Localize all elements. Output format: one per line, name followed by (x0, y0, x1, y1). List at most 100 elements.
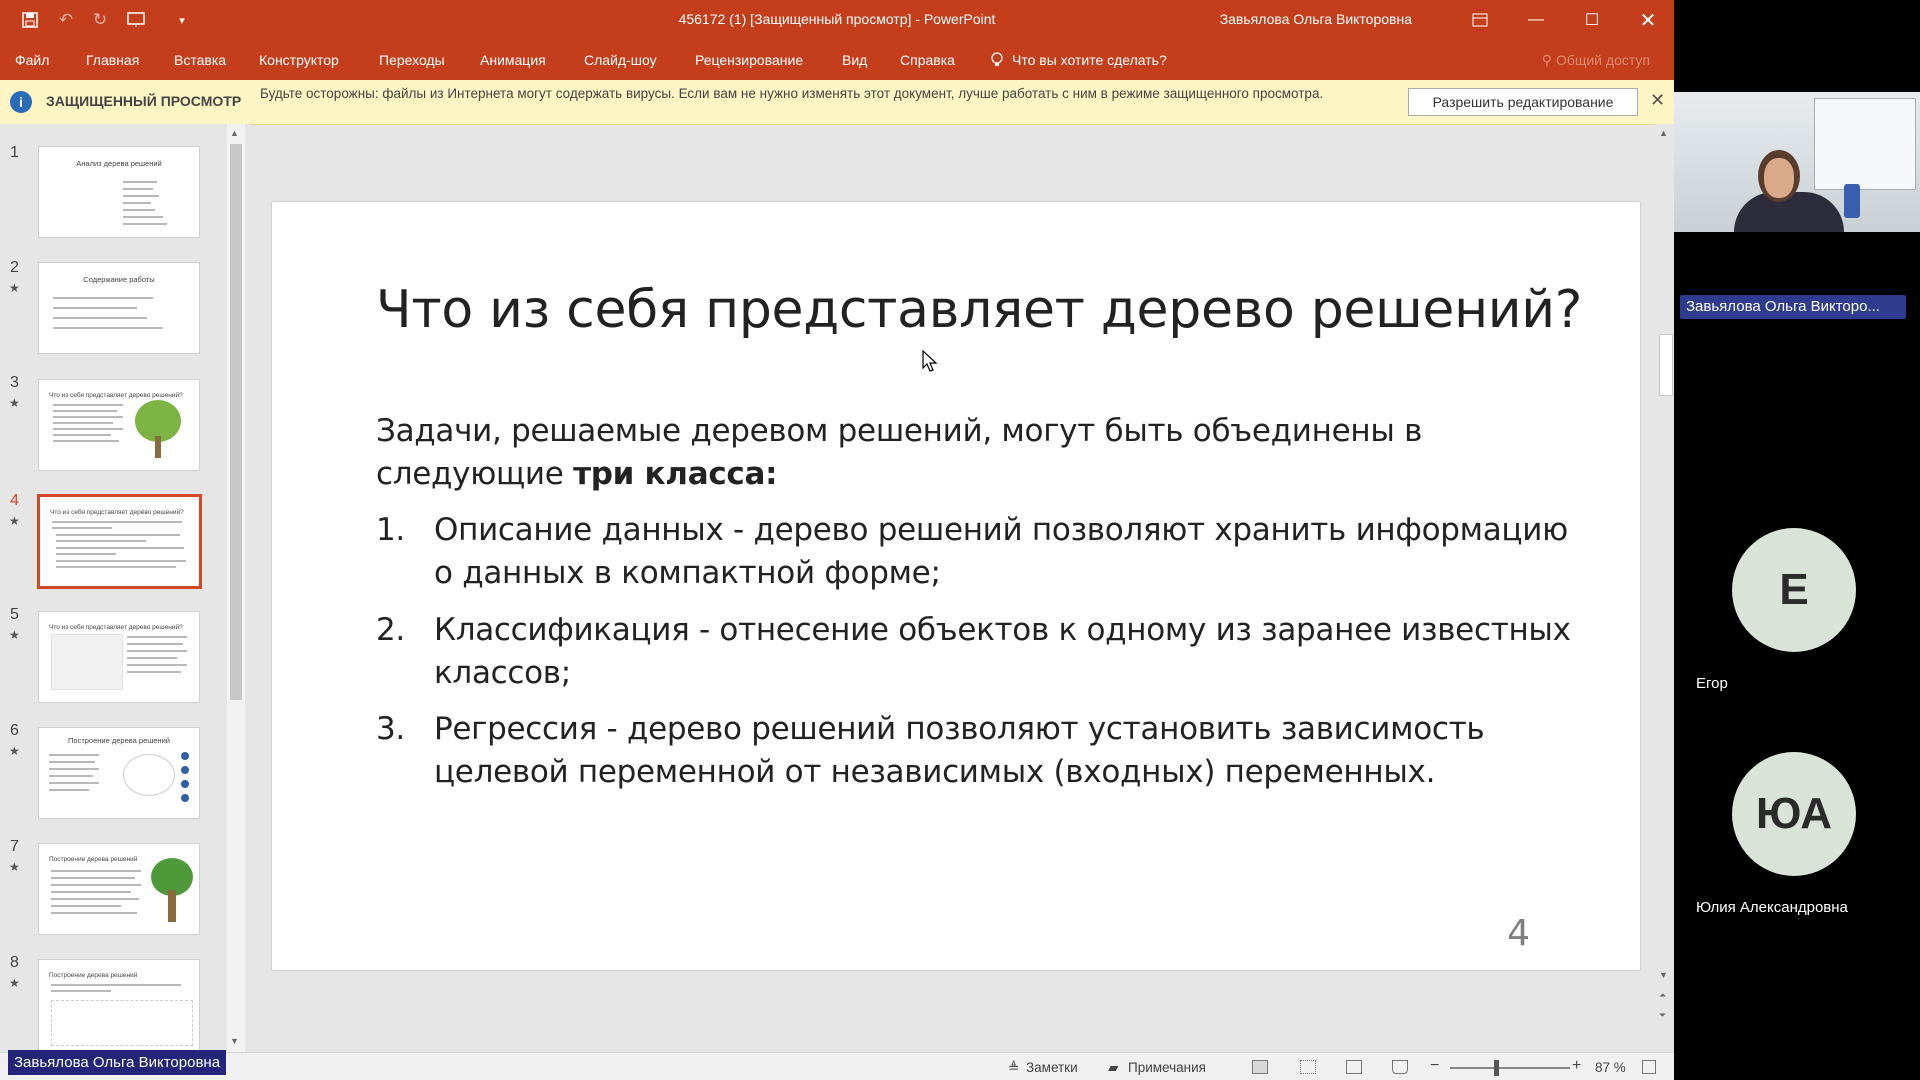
next-slide-icon[interactable]: ⏷ (1659, 1010, 1666, 1021)
zoom-in-icon[interactable]: + (1572, 1057, 1581, 1075)
slide-canvas[interactable]: Что из себя представляет дерево решений?… (272, 202, 1640, 970)
protected-view-message: Будьте осторожны: файлы из Интернета мог… (260, 86, 1324, 101)
scroll-down-icon[interactable]: ▼ (230, 1036, 239, 1046)
thumb-number: 7 (10, 838, 19, 855)
animation-star-icon: ★ (9, 514, 20, 528)
slide-title: Что из себя представляет дерево решений? (376, 280, 1583, 340)
thumb-title: Что из себя представляет дерево решений? (50, 509, 184, 516)
maximize-icon[interactable]: ☐ (1564, 0, 1620, 40)
animation-star-icon: ★ (9, 744, 20, 758)
avatar[interactable]: ЮА (1732, 752, 1856, 876)
minimize-icon[interactable]: — (1508, 0, 1564, 40)
close-icon[interactable]: ✕ (1650, 90, 1665, 111)
slide-sorter-icon[interactable] (1300, 1060, 1316, 1074)
ribbon-display-options-icon[interactable] (1452, 0, 1508, 40)
thumb-number: 4 (10, 492, 19, 509)
thumb-title: Содержание работы (83, 275, 155, 284)
slide-thumbnail-6[interactable]: Построение дерева решений (38, 727, 200, 819)
list-number: 3. (376, 711, 405, 747)
slide-thumbnails-pane: 1 Анализ дерева решений 2 ★ Содержание р… (0, 124, 250, 1052)
scroll-up-icon[interactable]: ▲ (1659, 128, 1668, 138)
avatar[interactable]: Е (1732, 528, 1856, 652)
scrollbar-thumb[interactable] (230, 144, 242, 700)
tab-file[interactable]: Файл (15, 52, 49, 68)
animation-star-icon: ★ (9, 860, 20, 874)
reading-view-icon[interactable] (1346, 1060, 1362, 1074)
title-bar: ↶ ↻ ▾ 456172 (1) [Защищенный просмотр] -… (0, 0, 1674, 40)
speaker-video[interactable] (1674, 92, 1920, 232)
zoom-slider[interactable] (1450, 1067, 1570, 1069)
list-number: 1. (376, 512, 405, 548)
thumb-title: Построение дерева решений (49, 972, 138, 979)
intro-text: Задачи, решаемые деревом решений, могут … (376, 413, 1423, 492)
intro-bold: три класса: (573, 456, 778, 492)
list-number: 2. (376, 612, 405, 648)
previous-slide-icon[interactable]: ⏶ (1659, 990, 1666, 1001)
close-icon[interactable]: ✕ (1620, 0, 1674, 40)
tell-me-search[interactable]: Что вы хотите сделать? (1012, 52, 1167, 68)
slide-thumbnail-7[interactable]: Построение дерева решений (38, 843, 200, 935)
notes-button[interactable]: Заметки (1026, 1060, 1078, 1075)
normal-view-icon[interactable] (1252, 1060, 1268, 1074)
slide-number: 4 (1507, 913, 1530, 954)
participant-name: Егор (1696, 675, 1728, 692)
enable-editing-button[interactable]: Разрешить редактирование (1408, 88, 1638, 116)
thumb-title: Что из себя представляет дерево решений? (49, 392, 183, 399)
participant-name: Юлия Александровна (1696, 899, 1848, 916)
zoom-out-icon[interactable]: − (1430, 1057, 1439, 1075)
slide-thumbnail-3[interactable]: Что из себя представляет дерево решений? (38, 379, 200, 471)
protected-view-bar: i ЗАЩИЩЕННЫЙ ПРОСМОТР Будьте осторожны: … (0, 80, 1674, 125)
tab-view[interactable]: Вид (842, 52, 867, 68)
slide-thumbnail-8[interactable]: Построение дерева решений (38, 959, 200, 1052)
scrollbar-thumb[interactable] (1659, 334, 1673, 396)
thumbnails-scrollbar[interactable]: ▲ ▼ (227, 124, 245, 1052)
person-icon: ⚲ (1541, 52, 1556, 68)
presenter-name-tag: Завьялова Ольга Викторовна (8, 1050, 227, 1075)
fit-to-window-icon[interactable] (1642, 1060, 1656, 1074)
lightbulb-icon (990, 52, 1004, 71)
slide-scrollbar[interactable]: ▲ ▼ ⏶ ⏷ (1656, 124, 1674, 1052)
thumb-number: 2 (10, 259, 19, 276)
list-text: Классификация - отнесение объектов к одн… (434, 612, 1571, 691)
scroll-up-icon[interactable]: ▲ (230, 128, 239, 138)
slide-thumbnail-4[interactable]: Что из себя представляет дерево решений? (37, 494, 202, 589)
list-text: Описание данных - дерево решений позволя… (434, 512, 1568, 591)
zoom-slider-knob[interactable] (1494, 1060, 1499, 1076)
thumb-number: 5 (10, 606, 19, 623)
list-item: 3. Регрессия - дерево решений позволяют … (376, 708, 1596, 794)
thumb-title: Анализ дерева решений (76, 159, 162, 168)
protected-view-label: ЗАЩИЩЕННЫЙ ПРОСМОТР (46, 93, 242, 109)
tab-animations[interactable]: Анимация (480, 52, 546, 68)
share-label: Общий доступ (1555, 52, 1650, 68)
thumb-number: 1 (10, 144, 19, 161)
tab-home[interactable]: Главная (86, 52, 139, 68)
animation-star-icon: ★ (9, 976, 20, 990)
slide-intro: Задачи, решаемые деревом решений, могут … (376, 410, 1576, 496)
window-title: 456172 (1) [Защищенный просмотр] - Power… (678, 11, 996, 27)
tab-insert[interactable]: Вставка (174, 52, 226, 68)
thumb-title: Что из себя представляет дерево решений? (49, 624, 183, 631)
slideshow-icon[interactable] (1392, 1060, 1408, 1074)
shield-info-icon: i (10, 91, 32, 113)
animation-star-icon: ★ (9, 628, 20, 642)
share-button[interactable]: ⚲ Общий доступ (1542, 52, 1650, 69)
ribbon-tabs: Файл Главная Вставка Конструктор Переход… (0, 40, 1674, 80)
tab-transitions[interactable]: Переходы (379, 52, 445, 68)
slide-thumbnail-5[interactable]: Что из себя представляет дерево решений? (38, 611, 200, 703)
comments-icon: ▰ (1108, 1060, 1119, 1075)
tab-slideshow[interactable]: Слайд-шоу (584, 52, 657, 68)
slide-thumbnail-1[interactable]: Анализ дерева решений (38, 146, 200, 238)
slide-thumbnail-2[interactable]: Содержание работы (38, 262, 200, 354)
comments-button[interactable]: Примечания (1128, 1060, 1206, 1075)
signed-in-user[interactable]: Завьялова Ольга Викторовна (1220, 11, 1412, 27)
powerpoint-window: ↶ ↻ ▾ 456172 (1) [Защищенный просмотр] -… (0, 0, 1674, 1080)
thumb-number: 8 (10, 954, 19, 971)
list-text: Регрессия - дерево решений позволяют уст… (434, 711, 1485, 790)
tab-help[interactable]: Справка (900, 52, 955, 68)
list-item: 2. Классификация - отнесение объектов к … (376, 609, 1596, 695)
tab-design[interactable]: Конструктор (259, 52, 339, 68)
zoom-level[interactable]: 87 % (1595, 1060, 1626, 1075)
scroll-down-icon[interactable]: ▼ (1659, 970, 1668, 980)
conference-panel: Завьялова Ольга Викторо... Е Егор ЮА Юли… (1674, 0, 1920, 1080)
tab-review[interactable]: Рецензирование (695, 52, 803, 68)
